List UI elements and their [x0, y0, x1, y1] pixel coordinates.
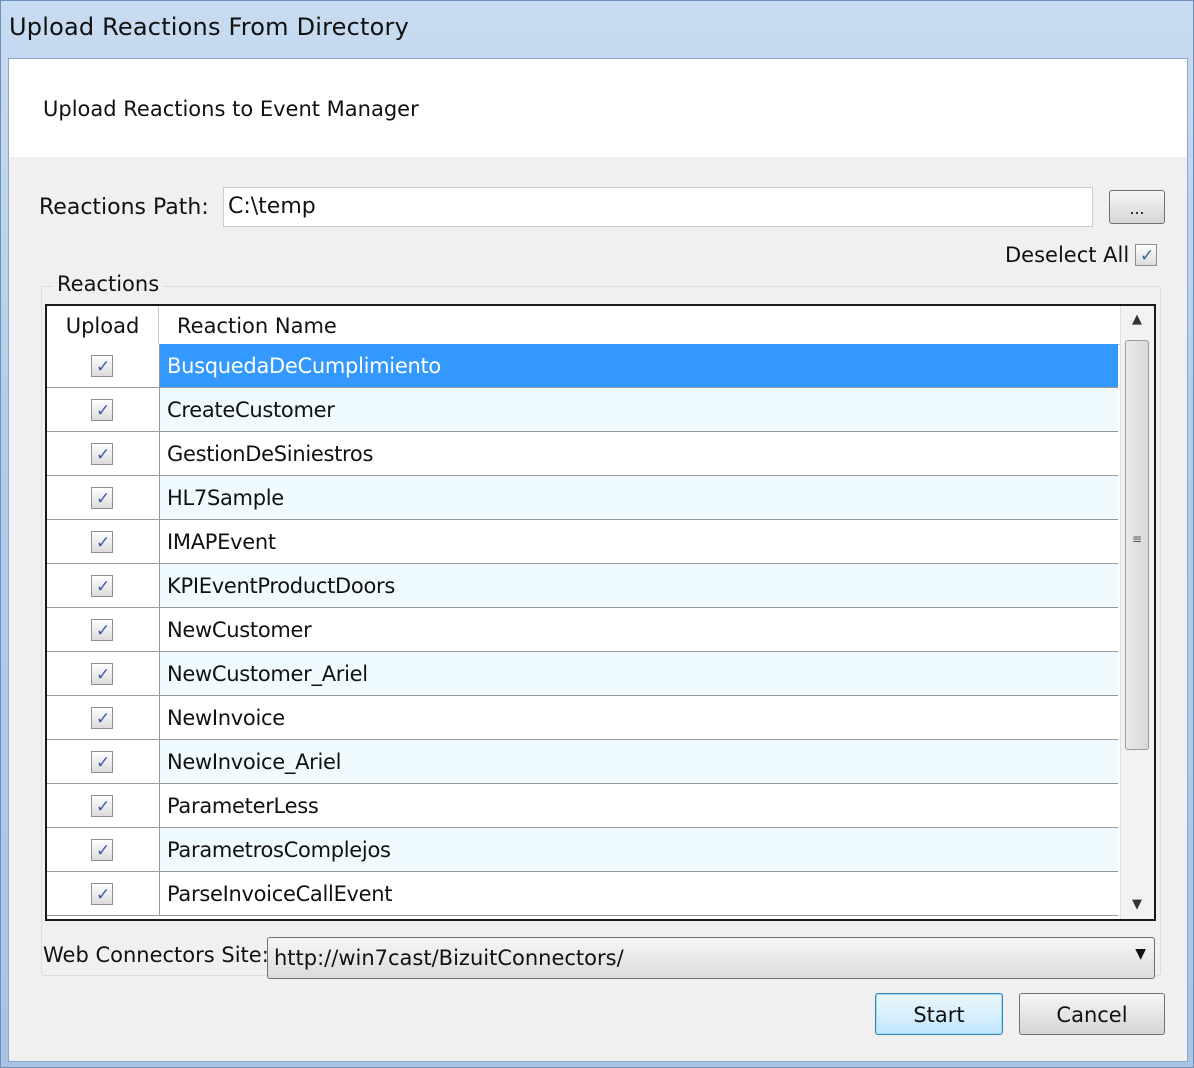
upload-checkbox[interactable]: ✓: [91, 751, 113, 773]
table-row[interactable]: ✓ KPIEventProductDoors: [47, 564, 1118, 608]
window-title: Upload Reactions From Directory: [9, 13, 409, 41]
checkmark-icon: ✓: [96, 577, 111, 597]
checkmark-icon: ✓: [96, 533, 111, 553]
upload-checkbox[interactable]: ✓: [91, 883, 113, 905]
column-header-upload[interactable]: Upload: [47, 306, 159, 344]
header-text: Upload Reactions to Event Manager: [43, 97, 419, 121]
grid-header: Upload Reaction Name: [47, 306, 1120, 345]
table-row[interactable]: ✓ CreateCustomer: [47, 388, 1118, 432]
column-header-reaction-name[interactable]: Reaction Name: [177, 306, 337, 344]
table-row[interactable]: ✓ GestionDeSiniestros: [47, 432, 1118, 476]
grid-rows: ✓ BusquedaDeCumplimiento ✓ CreateCustomer ✓ G…: [47, 344, 1118, 916]
reaction-name-cell[interactable]: NewCustomer: [167, 608, 312, 651]
browse-button[interactable]: ...: [1109, 190, 1165, 224]
reaction-name-cell[interactable]: NewInvoice: [167, 696, 285, 739]
table-row[interactable]: ✓ NewInvoice: [47, 696, 1118, 740]
reaction-name-cell[interactable]: IMAPEvent: [167, 520, 276, 563]
reactions-path-input[interactable]: C:\temp: [223, 187, 1093, 227]
web-connectors-site-label: Web Connectors Site:: [43, 943, 269, 967]
upload-checkbox[interactable]: ✓: [91, 795, 113, 817]
upload-cell: ✓: [47, 564, 160, 607]
checkmark-icon: ✓: [96, 445, 111, 465]
upload-checkbox[interactable]: ✓: [91, 619, 113, 641]
table-row[interactable]: ✓ BusquedaDeCumplimiento: [47, 344, 1118, 388]
scroll-down-arrow-icon[interactable]: ▼: [1121, 891, 1153, 919]
upload-checkbox[interactable]: ✓: [91, 399, 113, 421]
upload-checkbox[interactable]: ✓: [91, 575, 113, 597]
upload-cell: ✓: [47, 344, 160, 387]
upload-checkbox[interactable]: ✓: [91, 443, 113, 465]
checkmark-icon: ✓: [1140, 246, 1155, 266]
upload-cell: ✓: [47, 432, 160, 475]
upload-cell: ✓: [47, 388, 160, 431]
checkmark-icon: ✓: [96, 665, 111, 685]
start-button[interactable]: Start: [875, 993, 1003, 1035]
upload-cell: ✓: [47, 520, 160, 563]
checkmark-icon: ✓: [96, 797, 111, 817]
reaction-name-cell[interactable]: NewInvoice_Ariel: [167, 740, 341, 783]
table-row[interactable]: ✓ ParseInvoiceCallEvent: [47, 872, 1118, 916]
table-row[interactable]: ✓ IMAPEvent: [47, 520, 1118, 564]
table-row[interactable]: ✓ NewCustomer_Ariel: [47, 652, 1118, 696]
header-band: Upload Reactions to Event Manager: [9, 59, 1187, 157]
reaction-name-cell[interactable]: ParametrosComplejos: [167, 828, 391, 871]
table-row[interactable]: ✓ NewCustomer: [47, 608, 1118, 652]
checkmark-icon: ✓: [96, 885, 111, 905]
grip-icon: ≡: [1131, 532, 1143, 546]
reaction-name-cell[interactable]: CreateCustomer: [167, 388, 335, 431]
web-connectors-site-select[interactable]: http://win7cast/BizuitConnectors/ ▼: [267, 937, 1155, 979]
dialog-window: Upload Reactions From Directory Upload R…: [0, 0, 1194, 1068]
upload-checkbox[interactable]: ✓: [91, 663, 113, 685]
checkmark-icon: ✓: [96, 401, 111, 421]
table-row[interactable]: ✓ HL7Sample: [47, 476, 1118, 520]
reaction-name-cell[interactable]: ParameterLess: [167, 784, 319, 827]
reactions-grid[interactable]: Upload Reaction Name ✓ BusquedaDeCumplimi…: [45, 304, 1156, 921]
upload-checkbox[interactable]: ✓: [91, 707, 113, 729]
upload-cell: ✓: [47, 740, 160, 783]
table-row[interactable]: ✓ NewInvoice_Ariel: [47, 740, 1118, 784]
checkmark-icon: ✓: [96, 489, 111, 509]
title-bar[interactable]: Upload Reactions From Directory: [1, 1, 1194, 57]
upload-checkbox[interactable]: ✓: [91, 355, 113, 377]
upload-checkbox[interactable]: ✓: [91, 839, 113, 861]
upload-cell: ✓: [47, 696, 160, 739]
upload-cell: ✓: [47, 872, 160, 915]
reaction-name-cell[interactable]: KPIEventProductDoors: [167, 564, 395, 607]
deselect-all-checkbox[interactable]: ✓: [1135, 244, 1157, 266]
dialog-client-area: Upload Reactions to Event Manager Reacti…: [8, 58, 1188, 1062]
deselect-all-label: Deselect All: [1005, 243, 1130, 267]
reactions-group-label: Reactions: [53, 272, 164, 296]
web-connectors-site-value: http://win7cast/BizuitConnectors/: [274, 946, 624, 970]
upload-cell: ✓: [47, 476, 160, 519]
upload-cell: ✓: [47, 608, 160, 651]
checkmark-icon: ✓: [96, 709, 111, 729]
reaction-name-cell[interactable]: GestionDeSiniestros: [167, 432, 373, 475]
reaction-name-cell[interactable]: ParseInvoiceCallEvent: [167, 872, 393, 915]
scroll-thumb[interactable]: ≡: [1125, 340, 1149, 750]
upload-cell: ✓: [47, 784, 160, 827]
checkmark-icon: ✓: [96, 841, 111, 861]
upload-cell: ✓: [47, 828, 160, 871]
upload-checkbox[interactable]: ✓: [91, 487, 113, 509]
checkmark-icon: ✓: [96, 621, 111, 641]
upload-cell: ✓: [47, 652, 160, 695]
reaction-name-cell[interactable]: BusquedaDeCumplimiento: [167, 344, 441, 387]
checkmark-icon: ✓: [96, 357, 111, 377]
scroll-up-arrow-icon[interactable]: ▲: [1121, 306, 1153, 334]
table-row[interactable]: ✓ ParameterLess: [47, 784, 1118, 828]
vertical-scrollbar[interactable]: ▲ ≡ ▼: [1120, 306, 1154, 919]
dropdown-arrow-icon: ▼: [1135, 946, 1146, 962]
checkmark-icon: ✓: [96, 753, 111, 773]
cancel-button[interactable]: Cancel: [1019, 993, 1165, 1035]
reaction-name-cell[interactable]: HL7Sample: [167, 476, 284, 519]
table-row[interactable]: ✓ ParametrosComplejos: [47, 828, 1118, 872]
reactions-path-label: Reactions Path:: [39, 195, 209, 220]
upload-checkbox[interactable]: ✓: [91, 531, 113, 553]
reaction-name-cell[interactable]: NewCustomer_Ariel: [167, 652, 368, 695]
